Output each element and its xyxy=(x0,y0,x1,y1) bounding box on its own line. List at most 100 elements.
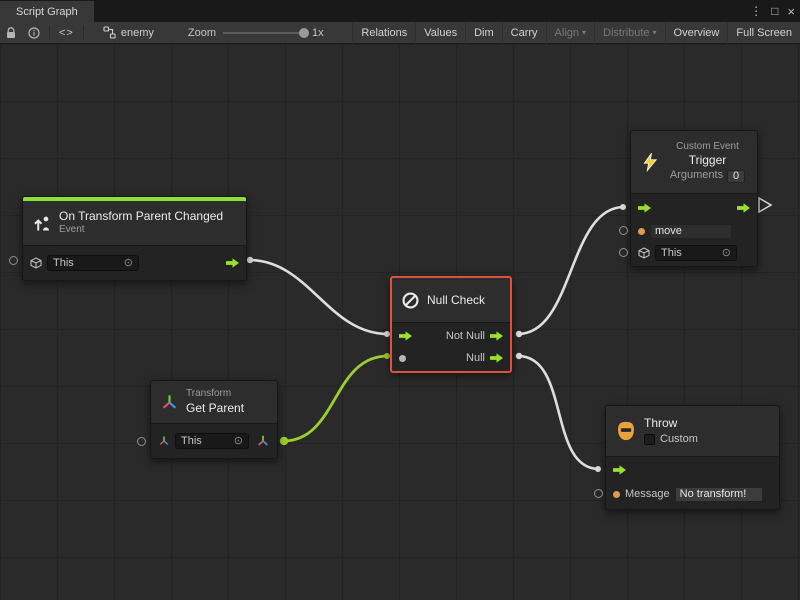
value-input-port[interactable] xyxy=(137,437,146,446)
lock-icon[interactable] xyxy=(0,22,22,44)
control-input-port[interactable] xyxy=(399,331,412,342)
port-row: Not Null xyxy=(392,325,510,347)
this-dropdown[interactable]: This ⊙ xyxy=(175,433,249,449)
string-input-port[interactable] xyxy=(638,228,645,235)
graph-canvas[interactable]: On Transform Parent Changed Event This ⊙ xyxy=(0,44,800,600)
null-output-port[interactable] xyxy=(490,353,503,364)
button-label: Carry xyxy=(511,27,538,39)
button-label: Overview xyxy=(674,27,720,39)
port-row: Message xyxy=(606,481,779,507)
node-header: Null Check xyxy=(392,278,510,322)
dim-button[interactable]: Dim xyxy=(465,22,502,44)
value-input-port[interactable] xyxy=(399,355,406,362)
arguments-input[interactable] xyxy=(727,170,745,183)
node-null-check[interactable]: Null Check Not Null Null xyxy=(390,276,512,373)
zoom-slider[interactable] xyxy=(223,32,305,34)
chevron-down-icon: ▾ xyxy=(582,28,586,37)
control-input-port[interactable] xyxy=(613,465,626,476)
message-input[interactable] xyxy=(675,487,763,502)
full-screen-button[interactable]: Full Screen xyxy=(727,22,800,44)
tab-script-graph[interactable]: Script Graph xyxy=(0,1,94,22)
this-value: This xyxy=(181,435,230,447)
this-dropdown[interactable]: This ⊙ xyxy=(655,245,737,261)
value-input-port[interactable] xyxy=(619,226,628,235)
cursor-triangle-icon xyxy=(759,198,771,212)
custom-checkbox[interactable] xyxy=(644,434,655,445)
arguments-label: Arguments xyxy=(670,169,723,183)
node-header: Custom Event Trigger Arguments xyxy=(631,131,757,193)
port-row xyxy=(606,459,779,481)
object-picker-icon[interactable]: ⊙ xyxy=(722,248,731,259)
button-label: Full Screen xyxy=(736,27,792,39)
control-input-port[interactable] xyxy=(638,203,651,214)
message-label: Message xyxy=(625,488,670,500)
wire-notnull-to-trigger xyxy=(518,207,624,334)
this-value: This xyxy=(661,247,718,259)
align-button[interactable]: Align▾ xyxy=(546,22,594,44)
node-header: Throw Custom xyxy=(606,406,779,456)
values-button[interactable]: Values xyxy=(415,22,465,44)
toolbar-separator xyxy=(83,26,84,39)
object-picker-icon[interactable]: ⊙ xyxy=(124,258,133,269)
node-on-transform-parent-changed[interactable]: On Transform Parent Changed Event This ⊙ xyxy=(22,196,247,281)
graph-toolbar: <> enemy Zoom 1x Relations Values Dim Ca… xyxy=(0,22,800,44)
node-ports: This ⊙ xyxy=(23,245,246,280)
tab-bar: Script Graph ⋮ □ × xyxy=(0,0,800,22)
object-picker-icon[interactable]: ⊙ xyxy=(234,436,243,447)
node-throw[interactable]: Throw Custom Message xyxy=(605,405,780,510)
this-value: This xyxy=(53,257,120,269)
port-row: Null xyxy=(392,347,510,369)
graph-reference[interactable]: enemy xyxy=(95,26,162,39)
window-controls: ⋮ □ × xyxy=(750,0,795,22)
control-output-port[interactable] xyxy=(226,258,239,269)
node-category: Custom Event xyxy=(676,141,739,154)
unity-script-graph-window: Script Graph ⋮ □ × <> enemy Zoom xyxy=(0,0,800,600)
node-header: On Transform Parent Changed Event xyxy=(23,201,246,245)
port-row: This ⊙ xyxy=(151,426,277,456)
relations-button[interactable]: Relations xyxy=(352,22,415,44)
wire-endpoint-dot xyxy=(280,437,288,445)
node-ports: This ⊙ xyxy=(151,423,277,458)
node-title: On Transform Parent Changed xyxy=(59,209,223,224)
transform-output-port[interactable] xyxy=(256,434,270,448)
node-ports: Message xyxy=(606,456,779,509)
menu-icon[interactable]: ⋮ xyxy=(750,5,762,17)
info-icon[interactable] xyxy=(22,22,46,44)
not-null-output-port[interactable] xyxy=(490,331,503,342)
node-category: Transform xyxy=(186,388,244,401)
overview-button[interactable]: Overview xyxy=(665,22,728,44)
node-ports: This ⊙ xyxy=(631,193,757,266)
zoom-slider-handle[interactable] xyxy=(299,28,309,38)
event-name-input[interactable] xyxy=(650,224,732,239)
value-input-port[interactable] xyxy=(594,489,603,498)
maximize-icon[interactable]: □ xyxy=(771,5,778,17)
throw-icon xyxy=(615,420,637,442)
control-output-port[interactable] xyxy=(737,203,750,214)
wire-null-to-throw xyxy=(518,356,599,469)
transform-port-icon xyxy=(158,435,170,447)
node-get-parent[interactable]: Transform Get Parent This ⊙ xyxy=(150,380,278,459)
wire-endpoint-dot xyxy=(516,331,522,337)
port-row xyxy=(631,220,757,242)
button-label: Align xyxy=(555,27,579,39)
graph-name: enemy xyxy=(121,27,154,39)
code-icon[interactable]: <> xyxy=(53,22,80,44)
carry-button[interactable]: Carry xyxy=(502,22,546,44)
chevron-down-icon: ▾ xyxy=(653,28,657,37)
null-check-icon xyxy=(401,291,420,310)
node-header: Transform Get Parent xyxy=(151,381,277,423)
value-input-port[interactable] xyxy=(9,256,18,265)
custom-event-bolt-icon xyxy=(640,152,660,172)
this-dropdown[interactable]: This ⊙ xyxy=(47,255,139,271)
port-row xyxy=(631,196,757,220)
button-label: Distribute xyxy=(603,27,649,39)
toolbar-buttons: Relations Values Dim Carry Align▾ Distri… xyxy=(352,22,800,44)
close-icon[interactable]: × xyxy=(787,5,795,18)
string-input-port[interactable] xyxy=(613,491,620,498)
wire-endpoint-dot xyxy=(595,466,601,472)
gameobject-cube-icon xyxy=(638,247,650,259)
distribute-button[interactable]: Distribute ▾ xyxy=(594,22,664,44)
node-title: Throw xyxy=(644,416,698,431)
value-input-port[interactable] xyxy=(619,248,628,257)
node-trigger-custom-event[interactable]: Custom Event Trigger Arguments xyxy=(630,130,758,267)
